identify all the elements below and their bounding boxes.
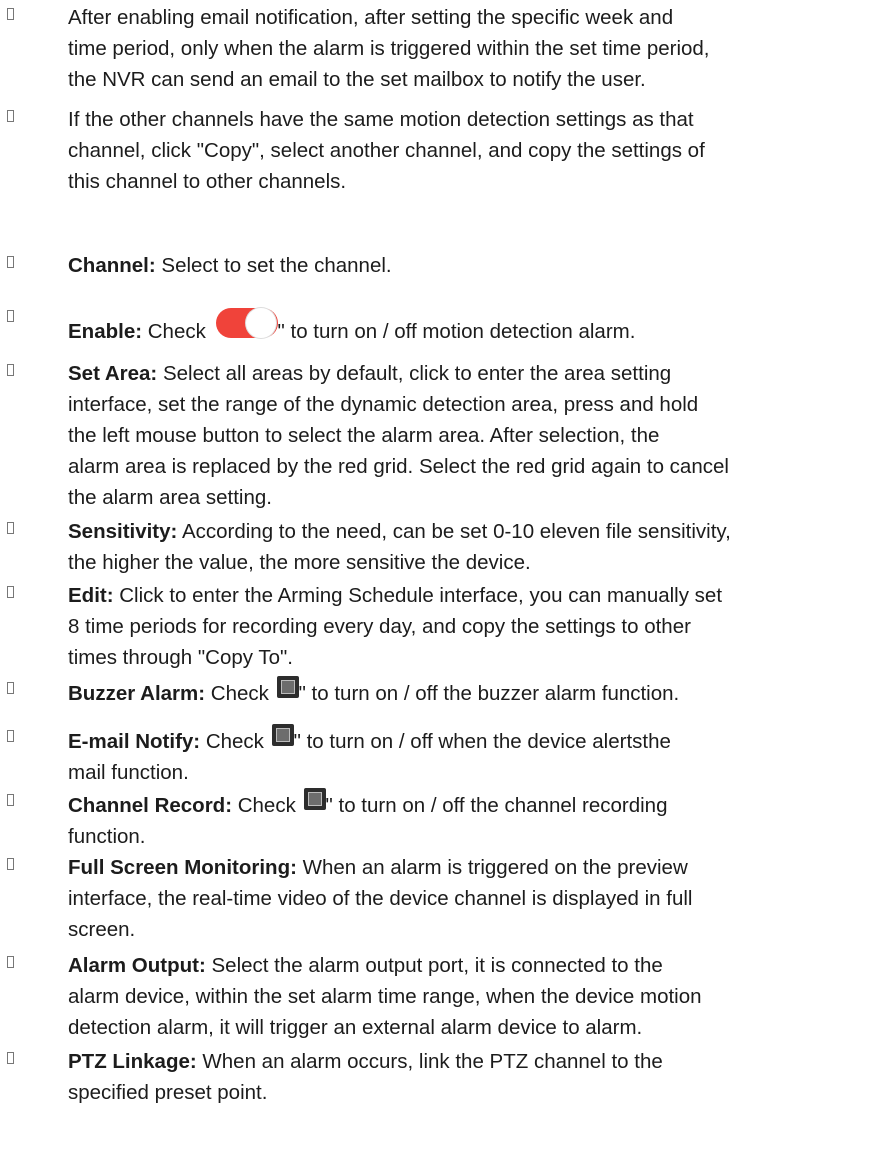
- text-fragment: " to turn on / off motion detection alar…: [277, 320, 636, 343]
- item-label: Alarm Output:: [68, 954, 206, 977]
- list-item-text: Buzzer Alarm: Check " to turn on / off t…: [68, 676, 888, 709]
- toggle-switch-icon: [215, 304, 278, 340]
- text-fragment: Check: [142, 320, 212, 343]
- bullet-icon: [4, 362, 16, 378]
- bullet-icon: [4, 792, 16, 808]
- text-line: channel, click "Copy", select another ch…: [68, 139, 705, 162]
- bullet-icon: [4, 856, 16, 872]
- text-line: Select to set the channel.: [155, 254, 392, 277]
- text-line: After enabling email notification, after…: [68, 6, 674, 29]
- list-item-text: Full Screen Monitoring: When an alarm is…: [68, 852, 888, 945]
- list-item-text: Enable: Check " to turn on / off motion …: [68, 304, 888, 347]
- text-line: the higher the value, the more sensitive…: [68, 551, 531, 574]
- text-line: times through "Copy To".: [68, 646, 293, 669]
- text-line: function.: [68, 825, 146, 848]
- item-label: Buzzer Alarm:: [68, 682, 206, 705]
- text-line: interface, set the range of the dynamic …: [68, 393, 699, 416]
- text-line: When an alarm occurs, link the PTZ chann…: [196, 1050, 663, 1073]
- item-label: E-mail Notify:: [68, 730, 201, 753]
- text-fragment: Check: [205, 682, 275, 705]
- list-item-text: E-mail Notify: Check " to turn on / off …: [68, 724, 888, 788]
- list-item-text: If the other channels have the same moti…: [68, 104, 888, 197]
- text-line: the NVR can send an email to the set mai…: [68, 68, 646, 91]
- checkbox-icon: [271, 724, 294, 746]
- bullet-icon: [4, 254, 16, 270]
- text-line: alarm device, within the set alarm time …: [68, 985, 702, 1008]
- bullet-icon: [4, 584, 16, 600]
- bullet-icon: [4, 1050, 16, 1066]
- text-line: the alarm area setting.: [68, 486, 272, 509]
- text-line: According to the need, can be set 0-10 e…: [177, 520, 731, 543]
- bullet-icon: [4, 728, 16, 744]
- list-item-text: PTZ Linkage: When an alarm occurs, link …: [68, 1046, 888, 1108]
- text-line: interface, the real-time video of the de…: [68, 887, 693, 910]
- text-line: this channel to other channels.: [68, 170, 347, 193]
- item-label: Edit:: [68, 584, 114, 607]
- item-label: Set Area:: [68, 362, 158, 385]
- list-item-text: Alarm Output: Select the alarm output po…: [68, 950, 888, 1043]
- item-label: Channel Record:: [68, 794, 233, 817]
- list-item-text: Sensitivity: According to the need, can …: [68, 516, 888, 578]
- text-fragment: " to turn on / off the channel recording: [325, 794, 668, 817]
- checkbox-icon: [276, 676, 299, 698]
- item-label: PTZ Linkage:: [68, 1050, 197, 1073]
- text-line: Select the alarm output port, it is conn…: [205, 954, 663, 977]
- item-label: Full Screen Monitoring:: [68, 856, 297, 879]
- bullet-icon: [4, 308, 16, 324]
- document-page: After enabling email notification, after…: [0, 0, 892, 1159]
- text-fragment: " to turn on / off the buzzer alarm func…: [298, 682, 680, 705]
- list-item-text: Channel Record: Check " to turn on / off…: [68, 788, 888, 852]
- text-fragment: Check: [200, 730, 270, 753]
- text-line: the left mouse button to select the alar…: [68, 424, 660, 447]
- bullet-icon: [4, 954, 16, 970]
- text-fragment: " to turn on / off when the device alert…: [293, 730, 671, 753]
- text-line: time period, only when the alarm is trig…: [68, 37, 710, 60]
- text-line: mail function.: [68, 761, 189, 784]
- bullet-icon: [4, 108, 16, 124]
- text-fragment: Check: [232, 794, 302, 817]
- list-item-text: Set Area: Select all areas by default, c…: [68, 358, 888, 513]
- text-line: If the other channels have the same moti…: [68, 108, 694, 131]
- bullet-icon: [4, 520, 16, 536]
- item-label: Sensitivity:: [68, 520, 178, 543]
- list-item-text: After enabling email notification, after…: [68, 2, 888, 95]
- bullet-icon: [4, 6, 16, 22]
- item-label: Channel:: [68, 254, 156, 277]
- text-line: 8 time periods for recording every day, …: [68, 615, 691, 638]
- list-item-text: Channel: Select to set the channel.: [68, 250, 888, 281]
- bullet-icon: [4, 680, 16, 696]
- text-line: detection alarm, it will trigger an exte…: [68, 1016, 643, 1039]
- item-label: Enable:: [68, 320, 143, 343]
- text-line: Click to enter the Arming Schedule inter…: [113, 584, 723, 607]
- text-line: Select all areas by default, click to en…: [157, 362, 672, 385]
- text-line: screen.: [68, 918, 136, 941]
- text-line: alarm area is replaced by the red grid. …: [68, 455, 729, 478]
- text-line: specified preset point.: [68, 1081, 268, 1104]
- list-item-text: Edit: Click to enter the Arming Schedule…: [68, 580, 888, 673]
- checkbox-icon: [303, 788, 326, 810]
- text-line: When an alarm is triggered on the previe…: [296, 856, 688, 879]
